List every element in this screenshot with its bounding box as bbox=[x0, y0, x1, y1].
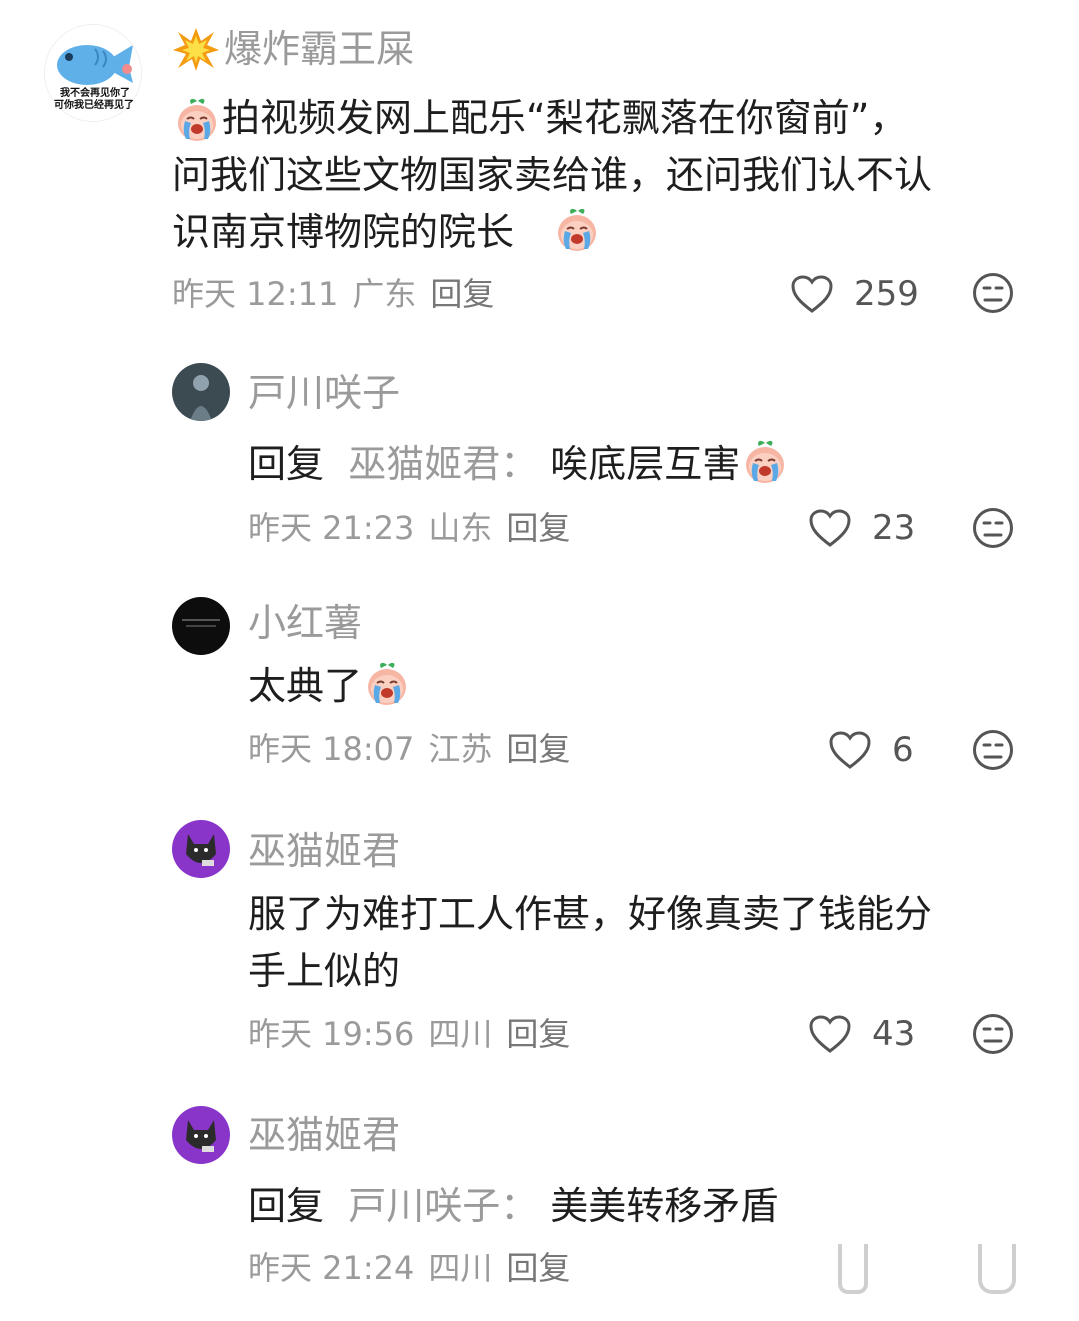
timestamp: 昨天 12:11 bbox=[172, 275, 339, 313]
like-count: 259 bbox=[854, 274, 919, 314]
comment-text-line: 手上似的 bbox=[248, 949, 401, 993]
like-count: 43 bbox=[872, 1014, 916, 1054]
reply-button[interactable]: 回复 bbox=[506, 509, 570, 547]
explosion-icon bbox=[173, 28, 219, 71]
reply-target[interactable]: 巫猫姬君： bbox=[348, 442, 538, 486]
meh-face-icon[interactable] bbox=[972, 272, 1014, 314]
like-count: 6 bbox=[892, 730, 914, 770]
meh-face-icon[interactable] bbox=[972, 729, 1014, 771]
timestamp: 昨天 18:07 bbox=[248, 730, 415, 768]
location: 四川 bbox=[428, 1015, 493, 1053]
crying-emoji-icon bbox=[742, 439, 788, 485]
like-button[interactable]: 259 bbox=[790, 274, 919, 314]
avatar-dark-figure[interactable] bbox=[172, 363, 230, 421]
location: 山东 bbox=[428, 509, 493, 547]
comment-text: 唉底层互害 bbox=[550, 442, 741, 486]
watermark-logo bbox=[838, 1244, 1018, 1294]
username[interactable]: 戸川咲子 bbox=[248, 374, 400, 412]
heart-icon bbox=[808, 1014, 852, 1054]
avatar-dark[interactable] bbox=[172, 597, 230, 655]
reply-button[interactable]: 回复 bbox=[506, 1015, 570, 1053]
username[interactable]: 巫猫姬君 bbox=[248, 1116, 400, 1154]
avatar-purple-wolf[interactable] bbox=[172, 820, 230, 878]
reply-prefix: 回复 bbox=[248, 442, 325, 486]
comment-text-content: 太典了 bbox=[248, 664, 363, 708]
meh-face-icon[interactable] bbox=[972, 507, 1014, 549]
heart-icon bbox=[790, 274, 834, 314]
like-button[interactable]: 23 bbox=[808, 508, 915, 548]
reply-target[interactable]: 戸川咲子： bbox=[348, 1184, 538, 1228]
like-button[interactable]: 6 bbox=[828, 730, 914, 770]
heart-icon bbox=[828, 730, 872, 770]
avatar-caption-2: 可你我已经再见了 bbox=[54, 100, 134, 111]
comment-meta: 昨天 19:56 四川 回复 bbox=[248, 1018, 584, 1050]
reply-button[interactable]: 回复 bbox=[506, 730, 570, 768]
crying-emoji-icon bbox=[174, 97, 220, 143]
reply-prefix: 回复 bbox=[248, 1184, 325, 1228]
location: 江苏 bbox=[428, 730, 493, 768]
comment-meta: 昨天 12:11 广东 回复 bbox=[172, 278, 508, 310]
comment-text: 美美转移矛盾 bbox=[550, 1184, 779, 1228]
comment-meta: 昨天 21:23 山东 回复 bbox=[248, 512, 584, 544]
reply-text: 回复 巫猫姬君： 唉底层互害 bbox=[248, 436, 790, 493]
username[interactable]: 巫猫姬君 bbox=[248, 832, 400, 870]
timestamp: 昨天 21:23 bbox=[248, 509, 415, 547]
timestamp: 昨天 19:56 bbox=[248, 1015, 415, 1053]
timestamp: 昨天 21:24 bbox=[248, 1249, 415, 1287]
comment-text-line: 问我们这些文物国家卖给谁，还问我们认不认 bbox=[172, 153, 933, 197]
comment-text: 太典了 bbox=[248, 658, 412, 715]
username[interactable]: 小红薯 bbox=[248, 604, 362, 642]
reply-button[interactable]: 回复 bbox=[506, 1249, 570, 1287]
reply-text: 回复 戸川咲子： 美美转移矛盾 bbox=[248, 1178, 778, 1235]
crying-emoji-icon bbox=[554, 207, 600, 253]
meh-face-icon[interactable] bbox=[972, 1013, 1014, 1055]
location: 四川 bbox=[428, 1249, 493, 1287]
comment-text-line: 服了为难打工人作甚，好像真卖了钱能分 bbox=[248, 892, 933, 936]
heart-icon bbox=[808, 508, 852, 548]
comment-text-line: 识南京博物院的院长 bbox=[172, 210, 515, 254]
avatar-purple-wolf[interactable] bbox=[172, 1106, 230, 1164]
location: 广东 bbox=[352, 275, 417, 313]
comment-meta: 昨天 18:07 江苏 回复 bbox=[248, 733, 584, 765]
like-button[interactable]: 43 bbox=[808, 1014, 915, 1054]
reply-button[interactable]: 回复 bbox=[430, 275, 494, 313]
crying-emoji-icon bbox=[364, 661, 410, 707]
username[interactable]: 爆炸霸王屎 bbox=[224, 30, 414, 68]
comment-text-line: 拍视频发网上配乐“梨花飘落在你窗前”， bbox=[222, 96, 908, 140]
like-count: 23 bbox=[872, 508, 916, 548]
comment-meta: 昨天 21:24 四川 回复 bbox=[248, 1252, 584, 1284]
